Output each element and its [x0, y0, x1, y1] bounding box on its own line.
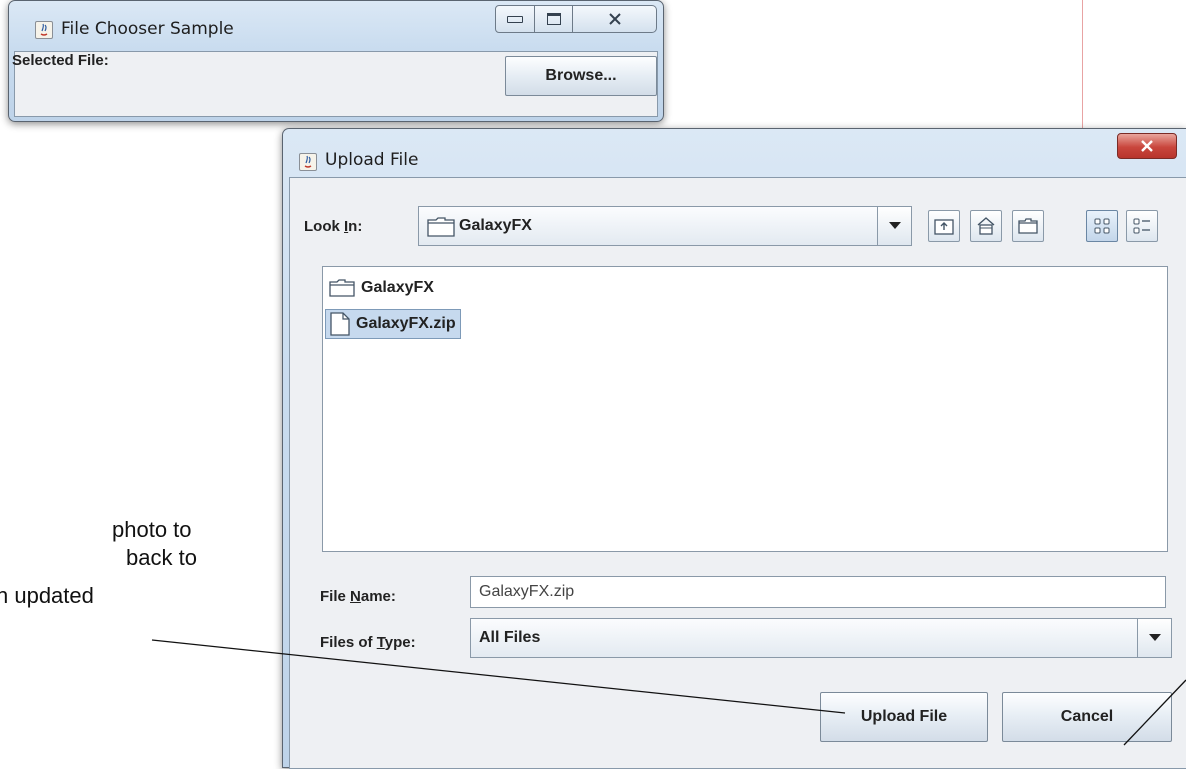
files-of-type-value: All Files	[479, 629, 541, 646]
dialog-content: Look In: GalaxyFX GalaxyFX GalaxyFX.zip …	[289, 177, 1186, 769]
list-item-label: GalaxyFX	[361, 279, 434, 296]
annotation-text: back to	[126, 544, 197, 572]
new-folder-icon	[1018, 218, 1038, 234]
upload-file-button[interactable]: Upload File	[820, 692, 988, 742]
file-list[interactable]: GalaxyFX GalaxyFX.zip	[322, 266, 1168, 552]
annotation-text: photo to	[112, 516, 192, 544]
files-of-type-combo[interactable]: All Files	[470, 618, 1172, 658]
annotation-line-3: n updated	[0, 583, 94, 608]
java-icon	[299, 153, 317, 171]
list-item-label: GalaxyFX.zip	[356, 315, 456, 332]
main-window: File Chooser Sample Selected File: Brows…	[8, 0, 664, 122]
guide-line	[1082, 0, 1083, 130]
list-item[interactable]: GalaxyFX	[325, 273, 438, 303]
main-window-title: File Chooser Sample	[61, 19, 234, 39]
details-view-icon	[1133, 218, 1150, 234]
list-item[interactable]: GalaxyFX.zip	[325, 309, 461, 339]
cancel-button[interactable]: Cancel	[1002, 692, 1172, 742]
up-one-level-button[interactable]	[928, 210, 960, 242]
list-view-button[interactable]	[1086, 210, 1118, 242]
file-icon	[330, 312, 350, 336]
upload-dialog: Upload File Look In: GalaxyFX GalaxyFX G…	[282, 128, 1186, 769]
dialog-close-button[interactable]	[1117, 133, 1177, 159]
up-one-level-icon	[934, 219, 954, 235]
annotation-line-2: back to	[126, 545, 197, 570]
chevron-down-icon	[888, 222, 901, 229]
maximize-button[interactable]	[535, 5, 573, 33]
close-icon	[1141, 140, 1153, 152]
details-view-button[interactable]	[1126, 210, 1158, 242]
selected-file-label: Selected File:	[12, 52, 109, 69]
look-in-value: GalaxyFX	[459, 217, 532, 234]
close-icon	[608, 13, 621, 25]
home-button[interactable]	[970, 210, 1002, 242]
file-name-input[interactable]	[470, 576, 1166, 608]
file-name-label: File Name:	[320, 588, 396, 605]
new-folder-button[interactable]	[1012, 210, 1044, 242]
chevron-down-icon	[1148, 634, 1161, 641]
main-window-content: Selected File: Browse...	[12, 51, 658, 117]
browse-button[interactable]: Browse...	[505, 56, 657, 96]
close-button[interactable]	[573, 5, 657, 33]
maximize-icon	[546, 13, 561, 25]
annotation-line-1: photo to	[112, 517, 192, 542]
look-in-dropdown-button[interactable]	[877, 207, 911, 245]
annotation-text: n updated	[0, 582, 94, 610]
minimize-button[interactable]	[495, 5, 535, 33]
look-in-combo[interactable]: GalaxyFX	[418, 206, 912, 246]
folder-icon	[329, 279, 355, 297]
dialog-title: Upload File	[325, 150, 419, 170]
java-icon	[35, 21, 53, 39]
files-of-type-label: Files of Type:	[320, 634, 416, 651]
look-in-label: Look In:	[304, 218, 363, 235]
folder-icon	[427, 217, 455, 237]
list-view-icon	[1094, 218, 1110, 234]
files-of-type-dropdown-button[interactable]	[1137, 619, 1171, 657]
minimize-icon	[507, 15, 523, 23]
home-icon	[977, 217, 995, 235]
